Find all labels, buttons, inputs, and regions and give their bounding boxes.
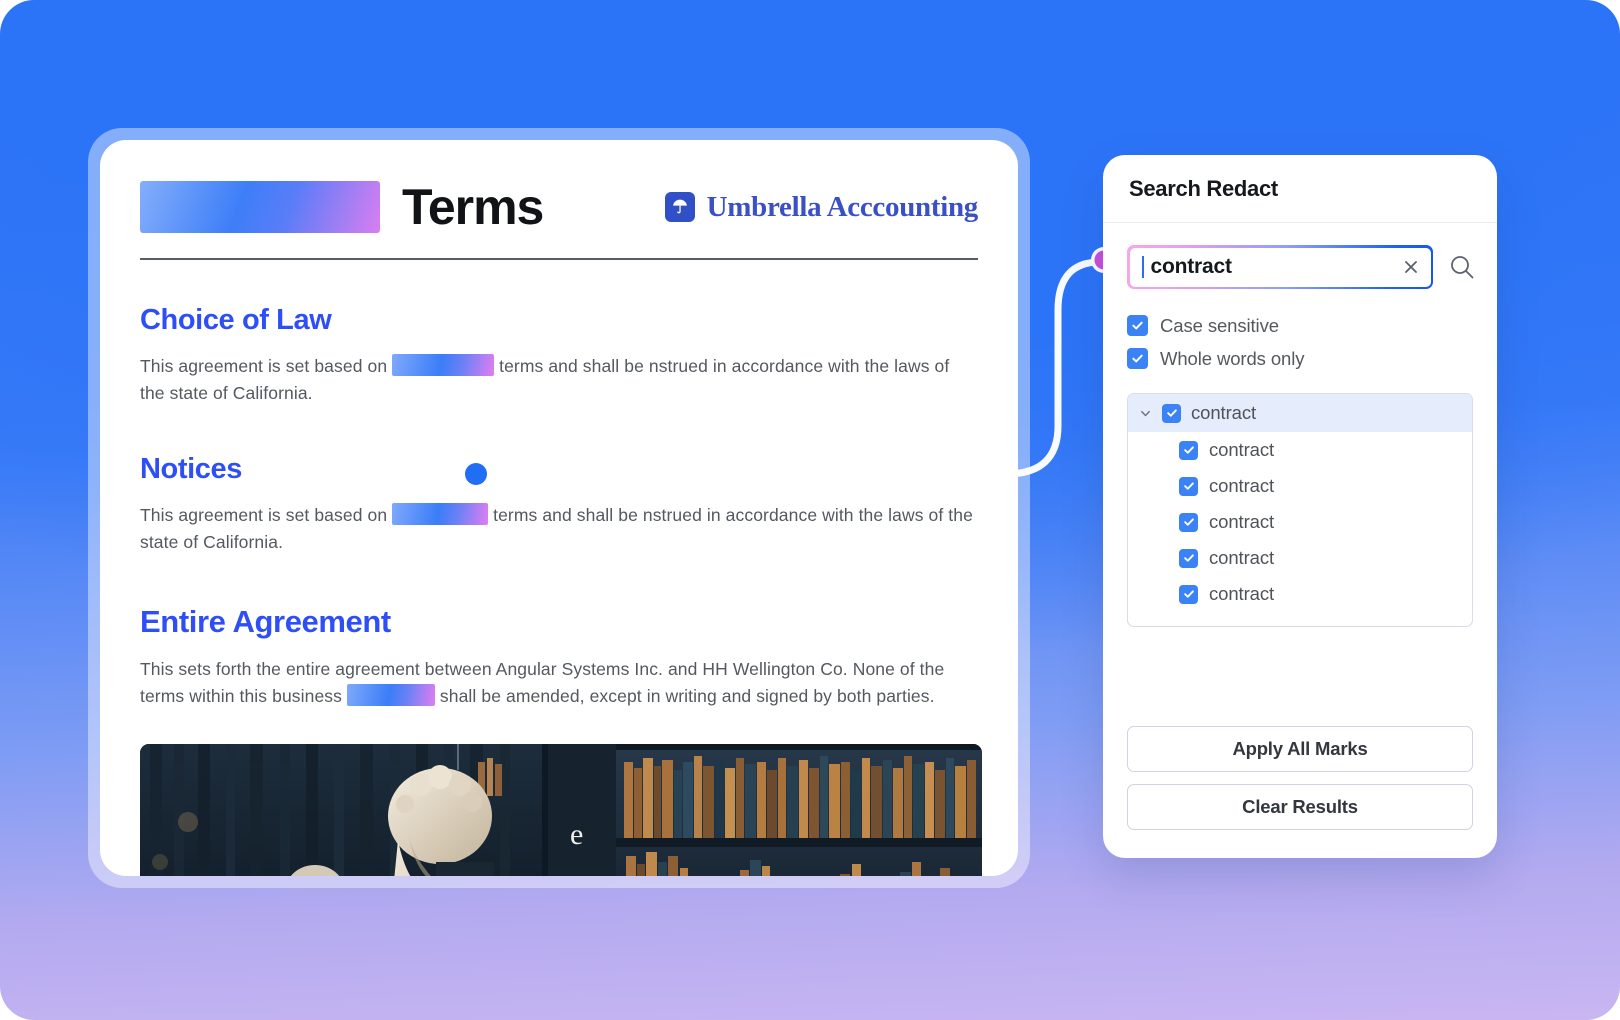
section-heading-choice-of-law: Choice of Law <box>140 304 332 336</box>
section-heading-entire-agreement: Entire Agreement <box>140 604 391 639</box>
redaction-bar-icon <box>346 684 435 706</box>
brand-logo: Umbrella Acccounting <box>664 190 979 224</box>
document-card: Terms Umbrella Acccounting Choice of Law <box>100 140 1018 876</box>
redaction-bar-title-icon <box>140 181 380 233</box>
checkbox-checked-icon[interactable] <box>1179 584 1198 604</box>
option-label: Case sensitive <box>1160 314 1279 336</box>
result-item[interactable]: contract <box>1128 468 1472 504</box>
search-redact-panel: Search Redact contract Case sensitive Wh… <box>1103 155 1497 858</box>
chevron-down-icon[interactable] <box>1139 407 1152 420</box>
search-results-list: contract contract contract contract cont… <box>1127 393 1473 627</box>
apply-all-marks-button[interactable]: Apply All Marks <box>1127 726 1473 772</box>
document-photo: e <box>140 744 982 876</box>
result-item-label: contract <box>1209 439 1275 460</box>
paragraph-text-after: shall be amended, except in writing and … <box>439 686 935 706</box>
checkbox-checked-icon[interactable] <box>1179 548 1198 568</box>
document-header: Terms Umbrella Acccounting <box>140 174 978 240</box>
search-options: Case sensitive Whole words only <box>1103 289 1497 375</box>
search-input[interactable]: contract <box>1151 255 1401 279</box>
document-card-shell: Terms Umbrella Acccounting Choice of Law <box>88 128 1030 888</box>
svg-text:e: e <box>570 818 583 851</box>
option-whole-words-only[interactable]: Whole words only <box>1127 342 1473 375</box>
page-title: Terms <box>402 179 544 235</box>
redaction-bar-icon <box>392 354 495 376</box>
panel-header: Search Redact <box>1103 155 1497 223</box>
section-paragraph-entire-agreement: This sets forth the entire agreement bet… <box>140 656 978 710</box>
close-icon[interactable] <box>1401 257 1421 277</box>
brand-name: Umbrella Acccounting <box>706 190 979 223</box>
result-item-label: contract <box>1209 511 1275 532</box>
text-cursor <box>1141 256 1144 278</box>
app-background: Terms Umbrella Acccounting Choice of Law <box>0 0 1620 1020</box>
checkbox-checked-icon[interactable] <box>1127 315 1148 336</box>
checkbox-checked-icon[interactable] <box>1162 403 1181 423</box>
result-item[interactable]: contract <box>1128 540 1472 576</box>
checkbox-checked-icon[interactable] <box>1127 348 1148 369</box>
checkbox-checked-icon[interactable] <box>1179 512 1198 532</box>
clear-results-button[interactable]: Clear Results <box>1127 784 1473 830</box>
checkbox-checked-icon[interactable] <box>1179 476 1198 496</box>
result-item-label: contract <box>1209 547 1275 568</box>
result-group-row[interactable]: contract <box>1128 394 1472 432</box>
search-input-wrapper[interactable]: contract <box>1127 245 1433 289</box>
result-item-label: contract <box>1209 583 1275 604</box>
section-paragraph-notices: This agreement is set based on terms and… <box>140 502 978 556</box>
paragraph-text-before: This agreement is set based on <box>140 505 388 525</box>
search-row: contract <box>1103 223 1497 289</box>
umbrella-icon <box>664 192 695 222</box>
search-icon[interactable] <box>1447 252 1477 282</box>
section-paragraph-choice-of-law: This agreement is set based on terms and… <box>140 353 978 407</box>
checkbox-checked-icon[interactable] <box>1179 440 1198 460</box>
redaction-bar-icon <box>392 503 489 525</box>
header-divider <box>140 258 978 260</box>
option-label: Whole words only <box>1160 347 1305 369</box>
panel-actions: Apply All Marks Clear Results <box>1127 714 1473 830</box>
panel-title: Search Redact <box>1129 175 1278 201</box>
result-item[interactable]: contract <box>1128 432 1472 468</box>
result-item[interactable]: contract <box>1128 576 1472 612</box>
result-item[interactable]: contract <box>1128 504 1472 540</box>
option-case-sensitive[interactable]: Case sensitive <box>1127 309 1473 342</box>
result-group-label: contract <box>1191 402 1257 423</box>
paragraph-text-before: This agreement is set based on <box>140 356 388 376</box>
section-heading-notices: Notices <box>140 453 242 485</box>
result-item-label: contract <box>1209 475 1275 496</box>
